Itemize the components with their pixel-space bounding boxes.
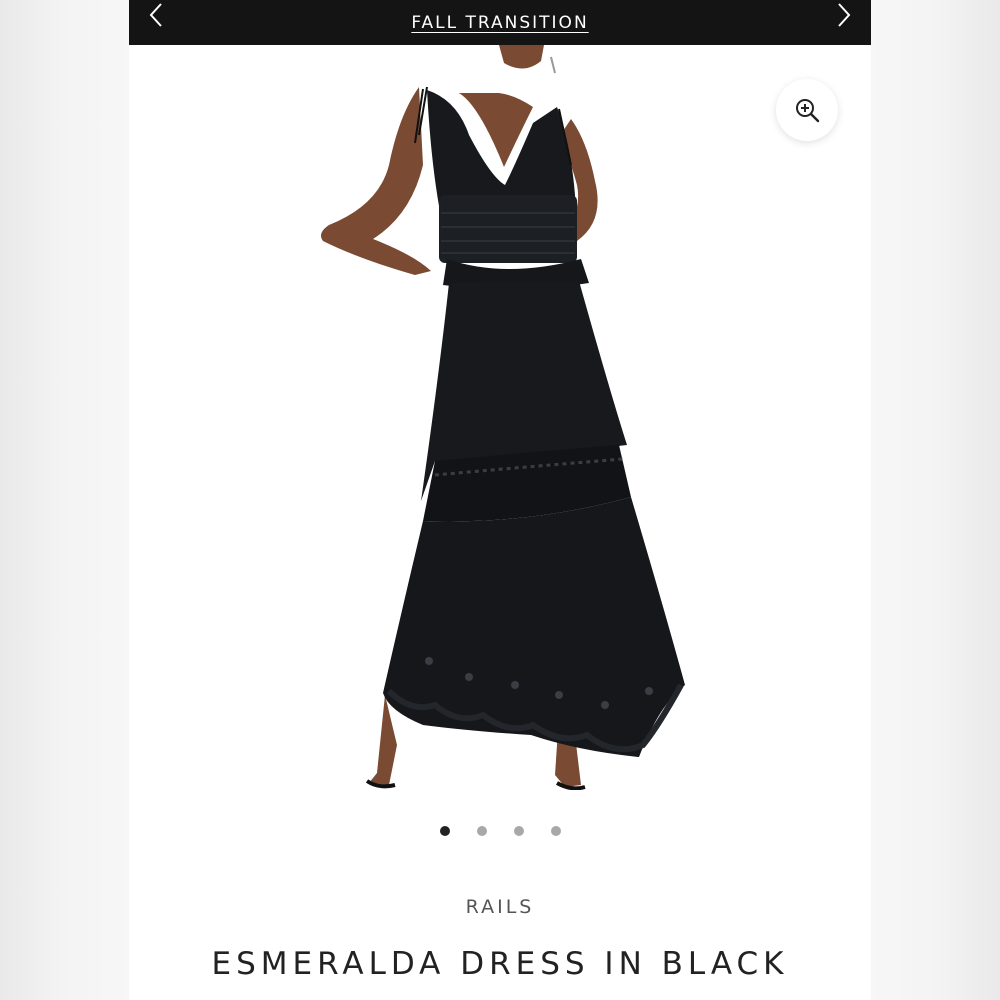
carousel-dot-4[interactable] — [550, 826, 561, 836]
promo-next-button[interactable] — [829, 2, 859, 28]
product-image[interactable] — [319, 45, 739, 790]
product-title: ESMERALDA DRESS IN BLACK — [211, 946, 789, 982]
carousel-pagination — [129, 826, 871, 838]
zoom-button[interactable] — [776, 79, 838, 141]
carousel-dot-2[interactable] — [476, 826, 487, 836]
chevron-left-icon — [149, 3, 162, 27]
product-brand[interactable]: RAILS — [129, 896, 871, 918]
promo-link[interactable]: FALL TRANSITION — [411, 13, 588, 33]
zoom-in-icon — [796, 99, 820, 123]
product-page: FALL TRANSITION RAILS ESMERALDA DRESS IN… — [129, 0, 871, 1000]
carousel-dot-1[interactable] — [439, 826, 450, 836]
carousel-dot-3[interactable] — [513, 826, 524, 836]
promo-prev-button[interactable] — [141, 2, 171, 28]
promo-banner: FALL TRANSITION — [129, 0, 871, 45]
chevron-right-icon — [838, 3, 851, 27]
